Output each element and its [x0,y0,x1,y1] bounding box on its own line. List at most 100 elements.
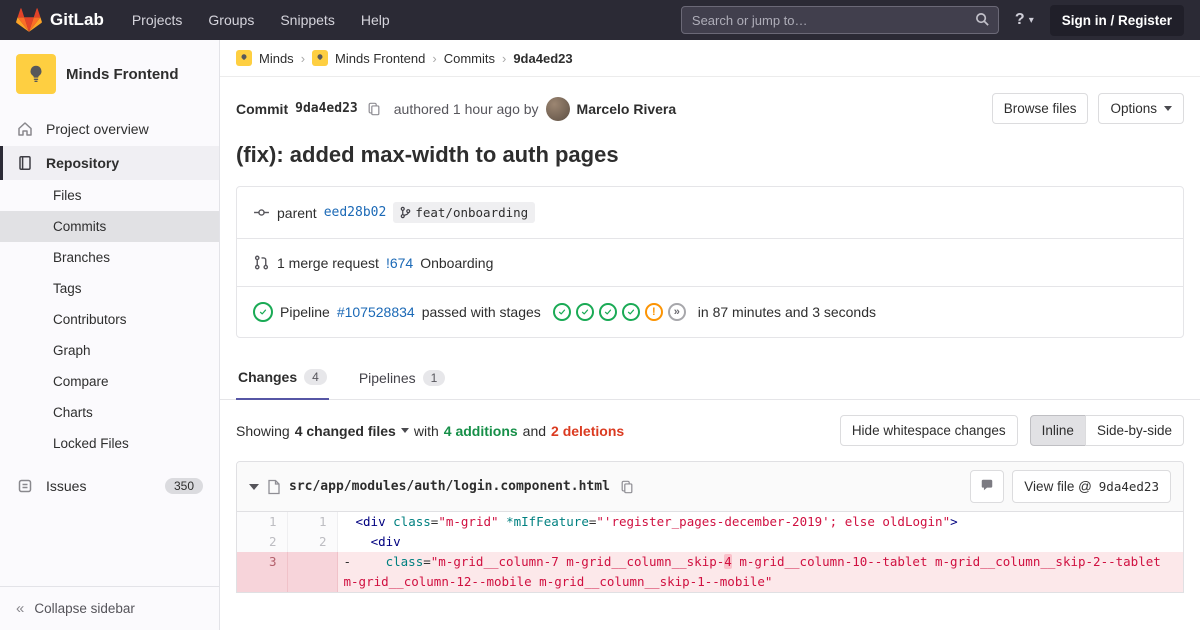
sidebar-subitem-compare[interactable]: Compare [0,366,219,397]
parent-row: parent eed28b02 feat/onboarding [237,187,1183,238]
collapse-sidebar-button[interactable]: « Collapse sidebar [0,586,219,630]
collapse-diff-icon[interactable] [249,483,259,490]
branch-ref-pill[interactable]: feat/onboarding [393,202,536,223]
diff-view-controls: Hide whitespace changes Inline Side-by-s… [839,415,1184,446]
parent-sha-link[interactable]: eed28b02 [324,205,387,220]
diff-table-body: 1 1 <div class="m-grid" *mIfFeature="'regi… [237,512,1183,592]
comment-icon [980,478,994,495]
home-icon [16,121,34,137]
sidebar-item-project-overview[interactable]: Project overview [0,112,219,146]
sidebar-subitem-commits[interactable]: Commits [0,211,219,242]
diff-file-section: src/app/modules/auth/login.component.htm… [236,461,1184,593]
nav-projects[interactable]: Projects [132,12,183,28]
breadcrumb-separator: › [501,50,507,66]
minds-frontend-avatar [312,50,329,66]
project-name: Minds Frontend [66,65,179,83]
new-line-number[interactable]: 2 [287,532,338,552]
author-avatar[interactable] [545,96,570,121]
sidebar-item-label: Project overview [46,121,149,137]
search-icon [975,12,990,27]
pipeline-duration: in 87 minutes and 3 seconds [697,304,877,320]
pipeline-passed-icon[interactable] [253,302,273,322]
double-chevron-left-icon: « [16,600,25,617]
chevron-down-icon [400,428,409,433]
search-input[interactable] [681,12,998,28]
collapse-sidebar-label: Collapse sidebar [34,601,135,616]
sidebar-nav: Project overview Repository Files Commit… [0,112,219,503]
old-line-number[interactable]: 3 [237,552,288,592]
sidebar-subitem-branches[interactable]: Branches [0,242,219,273]
sidebar-item-issues[interactable]: Issues 350 [0,469,219,503]
diff-code-cell: <div [370,534,401,549]
parent-label: parent [277,204,317,221]
sidebar-subitem-charts[interactable]: Charts [0,397,219,428]
nav-help[interactable]: Help [361,12,390,28]
top-navbar: GitLab Projects Groups Snippets Help ? ▾… [0,0,1200,40]
new-line-number[interactable]: 1 [287,512,338,532]
comment-button[interactable] [970,470,1005,503]
project-sidebar: Minds Frontend Project overview Reposito… [0,40,220,630]
sidebar-subitem-tags[interactable]: Tags [0,273,219,304]
project-header[interactable]: Minds Frontend [0,40,219,112]
commit-sha: 9da4ed23 [295,101,358,116]
authored-text: authored 1 hour ago by [393,100,539,117]
sign-in-register-button[interactable]: Sign in / Register [1049,4,1184,36]
inline-view-button[interactable]: Inline [1029,415,1086,446]
and-label: and [522,422,547,439]
view-mode-toggle: Inline Side-by-side [1029,415,1184,446]
merge-request-icon [253,254,270,271]
tab-pipelines[interactable]: Pipelines 1 [357,356,448,399]
options-dropdown-button[interactable]: Options [1098,93,1184,124]
new-line-number[interactable] [287,552,338,592]
side-by-side-view-button[interactable]: Side-by-side [1084,415,1184,446]
chevron-down-icon [1164,106,1172,111]
pipeline-label: Pipeline [280,304,330,320]
gitlab-home-link[interactable]: GitLab [16,7,104,33]
sidebar-subitem-contributors[interactable]: Contributors [0,304,219,335]
gitlab-wordmark: GitLab [50,10,104,29]
breadcrumb-minds-frontend[interactable]: Minds Frontend [335,51,425,66]
diff-line-context: 22 <div [237,532,1183,552]
pipeline-stage-warning-icon[interactable]: ! [644,303,663,321]
old-line-number[interactable]: 1 [237,512,288,532]
sidebar-item-repository[interactable]: Repository [0,146,219,180]
hide-whitespace-button[interactable]: Hide whitespace changes [839,415,1018,446]
copy-sha-button[interactable] [365,101,383,117]
merge-request-link[interactable]: !674 [386,255,413,271]
pipeline-status-text: passed with stages [421,304,541,320]
search-box[interactable] [680,6,999,34]
issues-icon [16,478,34,494]
navbar-right: ? ▾ Sign in / Register [680,4,1184,36]
old-line-number[interactable]: 2 [237,532,288,552]
sidebar-subitem-files[interactable]: Files [0,180,219,211]
minds-group-avatar [236,50,252,66]
browse-files-button[interactable]: Browse files [991,93,1089,124]
breadcrumb-commits[interactable]: Commits [444,51,495,66]
pipeline-stage-passed-icon[interactable] [552,303,571,321]
changed-files-label: 4 changed files [294,422,396,439]
pipeline-link[interactable]: #107528834 [337,304,415,320]
project-avatar [16,54,56,94]
view-file-button[interactable]: View file @ 9da4ed23 [1012,470,1171,503]
sidebar-subitem-locked-files[interactable]: Locked Files [0,428,219,459]
sidebar-item-label: Repository [46,155,120,171]
nav-snippets[interactable]: Snippets [280,12,334,28]
tab-changes[interactable]: Changes 4 [236,356,329,400]
pipeline-stage-skipped-icon[interactable]: » [667,303,686,321]
chevron-down-icon: ▾ [1028,14,1034,26]
copy-file-path-button[interactable] [618,479,636,495]
nav-groups[interactable]: Groups [208,12,254,28]
help-dropdown[interactable]: ? ▾ [1015,11,1034,29]
pipeline-stage-passed-icon[interactable] [598,303,617,321]
file-path-link[interactable]: src/app/modules/auth/login.component.htm… [289,479,610,494]
pipeline-stage-passed-icon[interactable] [621,303,640,321]
breadcrumb: Minds › Minds Frontend › Commits › 9da4e… [220,40,1200,77]
author-name-link[interactable]: Marcelo Rivera [577,101,677,117]
breadcrumb-minds[interactable]: Minds [259,51,294,66]
breadcrumb-separator: › [300,50,306,66]
changed-files-dropdown[interactable]: 4 changed files [295,423,409,439]
pipeline-stage-passed-icon[interactable] [575,303,594,321]
sidebar-subitem-graph[interactable]: Graph [0,335,219,366]
tab-changes-label: Changes [238,369,298,385]
pipeline-row: Pipeline #107528834 passed with stages !… [237,286,1183,337]
